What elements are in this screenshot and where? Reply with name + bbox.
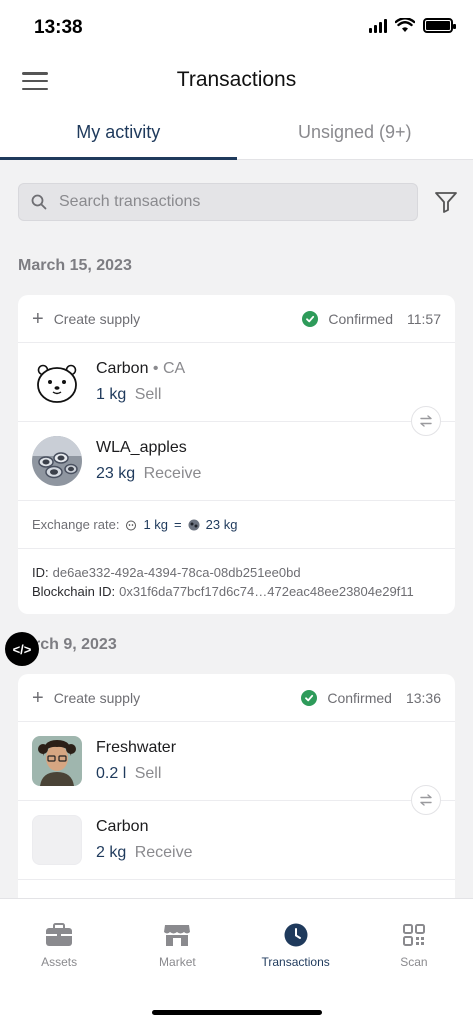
asset-quantity: 1 kg — [96, 386, 127, 403]
asset-action: Sell — [134, 386, 162, 403]
tab-scan[interactable]: Scan — [355, 899, 473, 979]
cellular-signal-icon — [369, 18, 387, 33]
tab-market[interactable]: Market — [118, 899, 236, 979]
transaction-time: 13:36 — [405, 689, 441, 706]
transaction-id[interactable]: de6ae332-492a-4394-78ca-08db251ee0bd — [53, 565, 301, 580]
date-heading: March 15, 2023 — [18, 257, 132, 274]
blockchain-id-label: Blockchain ID: — [32, 584, 116, 599]
placeholder-avatar — [32, 815, 82, 865]
asset-quantity: 2 kg — [96, 844, 127, 861]
asset-action: Receive — [134, 844, 193, 861]
status-badge: Confirmed — [327, 689, 392, 706]
transaction-header: + Create supply Confirmed 13:36 — [18, 674, 455, 722]
plus-icon: + — [32, 686, 44, 709]
activity-tabs: My activity Unsigned (9+) — [0, 106, 473, 160]
store-icon — [164, 925, 191, 946]
asset-row[interactable]: Freshwater 0.2 l Sell — [18, 722, 455, 801]
search-row — [18, 183, 458, 223]
filter-icon[interactable] — [434, 191, 458, 213]
blockchain-id[interactable]: 0x31f6da77bcf17d6c74…472eac48ee23804e29f… — [119, 584, 414, 599]
home-indicator[interactable] — [152, 1010, 322, 1015]
exchange-to-value: 23 kg — [205, 517, 238, 532]
clock-icon — [284, 923, 308, 947]
status-badge: Confirmed — [328, 310, 393, 327]
tab-label: Assets — [41, 955, 78, 969]
tab-label: Scan — [400, 955, 428, 969]
date-heading: rch 9, 2023 — [34, 636, 117, 653]
search-input[interactable] — [59, 193, 379, 211]
wifi-icon — [395, 18, 415, 32]
status-icons — [369, 18, 456, 33]
transaction-type: Create supply — [53, 689, 141, 706]
app-header: Transactions — [0, 56, 473, 106]
transaction-card[interactable]: + Create supply Confirmed 11:57 Carbon •… — [18, 295, 455, 614]
plus-icon: + — [32, 307, 44, 330]
bear-mini-icon — [126, 520, 137, 530]
battery-icon — [423, 18, 456, 33]
exchange-rate-label: Exchange rate: — [32, 517, 120, 532]
asset-row[interactable]: Carbon • CA 1 kg Sell — [18, 343, 455, 422]
bottom-tab-bar: Assets Market Transactions Scan — [0, 898, 473, 1024]
exchange-rate-row: Exchange rate: 1 kg = 23 kg — [18, 501, 455, 549]
page-title: Transactions — [176, 68, 297, 91]
asset-row[interactable]: Carbon 2 kg Receive — [18, 801, 455, 880]
tab-unsigned[interactable]: Unsigned (9+) — [237, 106, 473, 159]
check-circle-icon — [302, 310, 319, 327]
asset-name: WLA_apples — [96, 439, 187, 456]
check-circle-icon — [301, 689, 318, 706]
asset-name: Carbon — [96, 360, 149, 377]
tab-transactions[interactable]: Transactions — [237, 899, 355, 979]
qr-icon — [402, 924, 425, 946]
bear-avatar-icon — [32, 357, 82, 407]
asset-code: CA — [162, 360, 186, 377]
status-time: 13:38 — [34, 17, 83, 38]
transaction-header: + Create supply Confirmed 11:57 — [18, 295, 455, 343]
asset-action: Sell — [134, 765, 162, 782]
asset-quantity: 0.2 l — [96, 765, 127, 782]
transaction-card[interactable]: + Create supply Confirmed 13:36 Freshwat… — [18, 674, 455, 914]
identifier-block: ID: de6ae332-492a-4394-78ca-08db251ee0bd … — [18, 549, 455, 614]
asset-action: Receive — [143, 465, 202, 482]
transaction-type: Create supply — [53, 310, 141, 327]
status-bar: 13:38 — [0, 0, 473, 56]
exchange-equals: = — [174, 517, 182, 532]
metal-pipes-image — [32, 436, 82, 486]
asset-row[interactable]: WLA_apples 23 kg Receive — [18, 422, 455, 501]
tab-assets[interactable]: Assets — [0, 899, 118, 979]
person-avatar-image — [32, 736, 82, 786]
tab-my-activity[interactable]: My activity — [0, 106, 237, 160]
transaction-time: 11:57 — [407, 310, 441, 327]
search-icon — [31, 194, 47, 210]
asset-name: Freshwater — [96, 739, 177, 756]
tab-label: Market — [159, 955, 196, 969]
exchange-from-value: 1 kg — [143, 517, 169, 532]
id-label: ID: — [32, 565, 49, 580]
dev-tools-button[interactable]: </> — [5, 632, 39, 666]
asset-quantity: 23 kg — [96, 465, 136, 482]
asset-name: Carbon — [96, 818, 149, 835]
search-box[interactable] — [18, 183, 418, 221]
tab-label: Transactions — [261, 955, 330, 969]
briefcase-icon — [46, 923, 73, 946]
pipes-mini-icon — [188, 519, 200, 530]
